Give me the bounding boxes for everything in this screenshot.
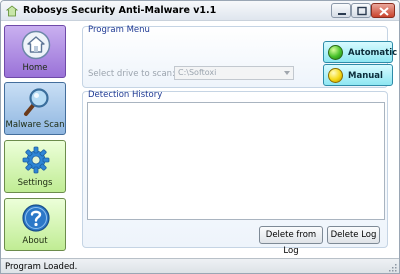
app-window: Robosys Security Anti-Malware v1.1 Home: [0, 0, 400, 274]
status-bar: Program Loaded.: [1, 258, 399, 273]
maximize-icon: [357, 6, 367, 16]
automatic-button-label: Automatic: [348, 48, 398, 58]
maximize-button[interactable]: [351, 3, 371, 18]
close-button[interactable]: [371, 3, 395, 18]
sidebar-item-label: About: [22, 236, 48, 246]
sidebar-item-malware-scan[interactable]: Malware Scan: [4, 82, 66, 135]
title-bar[interactable]: Robosys Security Anti-Malware v1.1: [1, 1, 399, 21]
green-light-icon: [328, 45, 343, 60]
drive-select-value: C:\Softoxi: [178, 68, 217, 77]
program-menu-title: Program Menu: [88, 25, 150, 35]
question-icon: [22, 204, 50, 232]
sidebar-item-label: Settings: [17, 178, 53, 188]
detection-history-title: Detection History: [88, 90, 163, 100]
status-text: Program Loaded.: [5, 262, 78, 272]
sidebar-item-label: Malware Scan: [5, 120, 65, 130]
main-content: Program Menu Select drive to scan: C:\So…: [73, 22, 399, 258]
house-icon: [21, 30, 51, 60]
automatic-button[interactable]: Automatic: [323, 41, 397, 63]
magnifier-icon: [24, 88, 49, 116]
detection-history-list[interactable]: [87, 102, 385, 220]
sidebar-item-about[interactable]: About: [4, 198, 66, 251]
window-title: Robosys Security Anti-Malware v1.1: [23, 5, 217, 16]
chevron-down-icon: [284, 71, 290, 75]
sidebar-item-home[interactable]: Home: [4, 25, 66, 78]
delete-from-log-button[interactable]: Delete from Log: [259, 226, 323, 256]
yellow-light-icon: [328, 68, 343, 83]
drive-label: Select drive to scan:: [88, 69, 175, 79]
program-menu-group: Program Menu Select drive to scan: C:\So…: [82, 25, 397, 88]
manual-button-label: Manual: [348, 71, 383, 81]
manual-button[interactable]: Manual: [323, 64, 393, 86]
sidebar-item-settings[interactable]: Settings: [4, 140, 66, 193]
sidebar: Home Malware Scan Settings About: [1, 22, 73, 258]
delete-log-button[interactable]: Delete Log: [327, 226, 380, 244]
minimize-icon: [338, 13, 346, 15]
detection-history-group: Detection History Delete from Log Delete…: [82, 90, 388, 256]
sidebar-item-label: Home: [22, 63, 48, 73]
app-icon: [6, 5, 18, 17]
gear-icon: [22, 146, 50, 174]
resize-grip-icon[interactable]: [388, 263, 397, 272]
minimize-button[interactable]: [331, 3, 351, 18]
close-icon: [379, 7, 389, 16]
drive-select[interactable]: C:\Softoxi: [174, 66, 294, 80]
